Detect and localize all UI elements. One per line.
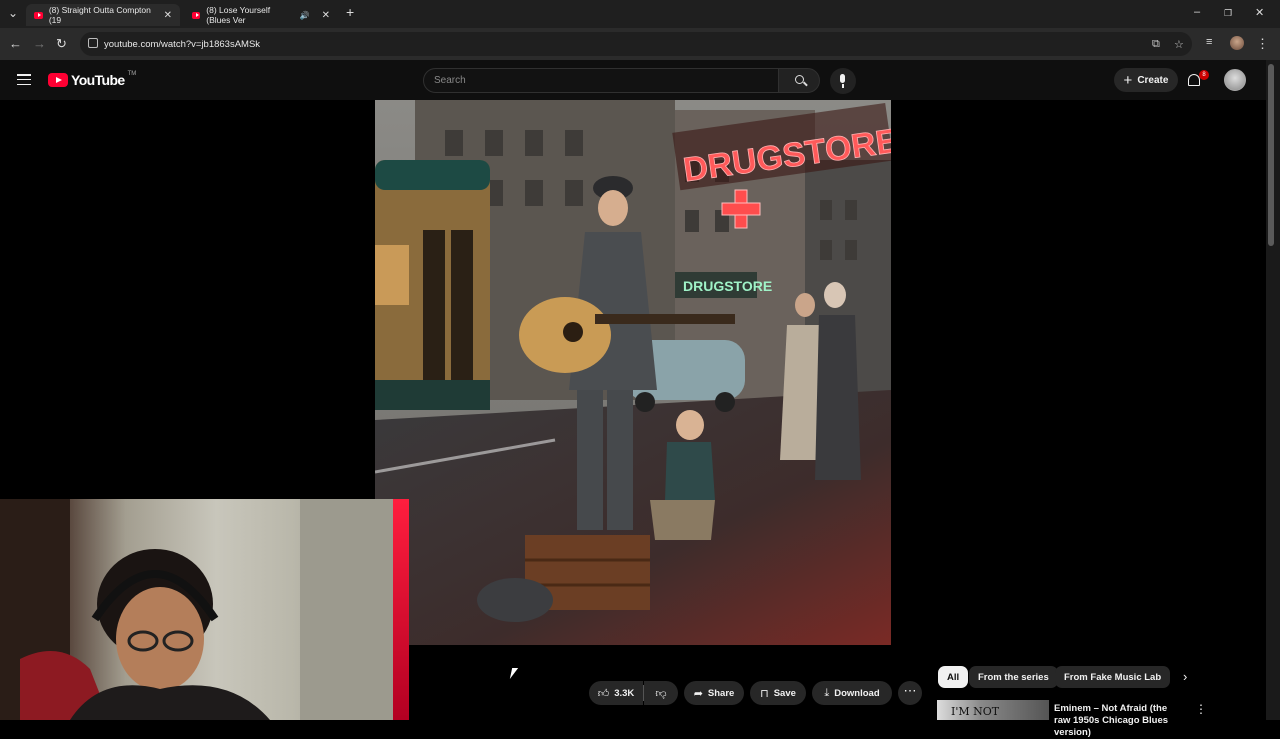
- bookmark-star-icon[interactable]: ☆: [1174, 38, 1184, 51]
- share-button[interactable]: ➦ Share: [684, 681, 744, 705]
- audio-playing-icon[interactable]: 🔊: [300, 11, 310, 20]
- minimize-icon[interactable]: –: [1194, 6, 1200, 18]
- related-more-icon[interactable]: ⋮: [1195, 702, 1207, 716]
- create-label: Create: [1137, 74, 1169, 86]
- browser-tab[interactable]: (8) Straight Outta Compton (19 ✕: [26, 4, 180, 26]
- thumbs-down-icon: 👎︎: [655, 687, 667, 700]
- site-info-icon[interactable]: [88, 38, 98, 48]
- like-button[interactable]: 👍︎ 3.3K: [589, 681, 643, 705]
- share-arrow-icon: ➦: [693, 687, 703, 700]
- related-video-title[interactable]: Eminem – Not Afraid (the raw 1950s Chica…: [1054, 703, 1184, 739]
- url-text: youtube.com/watch?v=jb1863sAMSk: [104, 38, 261, 50]
- browser-tab[interactable]: (8) Lose Yourself (Blues Ver 🔊 ✕: [184, 4, 338, 26]
- download-button[interactable]: ⤓ Download: [812, 681, 892, 705]
- chip-label: From the series: [978, 671, 1049, 683]
- address-bar[interactable]: youtube.com/watch?v=jb1863sAMSk ⧉ ☆: [80, 32, 1192, 56]
- youtube-header: YouTube TM Search: [0, 60, 1280, 100]
- reload-icon[interactable]: ↻: [56, 36, 67, 52]
- mouse-cursor-icon: [509, 668, 519, 679]
- new-tab-plus-icon[interactable]: +: [346, 4, 354, 20]
- youtube-favicon-icon: [192, 11, 201, 19]
- storefront-sign-text: DRUGSTORE: [683, 278, 772, 294]
- streamer-webcam-image: [0, 499, 393, 720]
- webcam-overlay: [0, 499, 393, 720]
- save-label: Save: [773, 687, 796, 699]
- chip-from-fake-music-lab[interactable]: From Fake Music Lab: [1055, 666, 1171, 688]
- download-icon: ⤓: [824, 686, 830, 699]
- youtube-play-icon: [48, 73, 68, 87]
- more-actions-icon[interactable]: ⋯: [898, 681, 922, 705]
- browser-toolbar: ← → ↻ youtube.com/watch?v=jb1863sAMSk ⧉ …: [0, 28, 1280, 60]
- plus-icon: +: [1123, 71, 1133, 89]
- youtube-logo[interactable]: YouTube TM: [48, 71, 137, 88]
- browser-tabstrip: ⌄ (8) Straight Outta Compton (19 ✕ (8) L…: [0, 0, 1280, 28]
- share-label: Share: [707, 687, 735, 699]
- chip-label: From Fake Music Lab: [1064, 671, 1162, 683]
- install-icon[interactable]: ⧉: [1152, 38, 1160, 51]
- dislike-button[interactable]: 👎︎: [644, 681, 678, 705]
- search-placeholder: Search: [434, 75, 466, 86]
- notification-badge: 8: [1199, 70, 1209, 80]
- save-button[interactable]: ⊓ Save: [750, 681, 806, 705]
- profile-icon[interactable]: [1230, 36, 1244, 50]
- search-icon: [795, 75, 804, 84]
- create-button[interactable]: + Create: [1114, 68, 1178, 92]
- thumbs-up-icon: 👍︎: [597, 687, 610, 700]
- tab-title: (8) Lose Yourself (Blues Ver: [206, 5, 271, 25]
- close-window-icon[interactable]: ✕: [1255, 6, 1264, 19]
- youtube-favicon-icon: [34, 11, 43, 19]
- reading-list-icon[interactable]: ≡: [1206, 36, 1212, 48]
- related-video-thumbnail[interactable]: I'M NOT: [937, 700, 1049, 720]
- chip-label: All: [947, 671, 960, 683]
- scrollbar-thumb[interactable]: [1268, 64, 1274, 246]
- chip-all[interactable]: All: [938, 666, 969, 688]
- account-avatar[interactable]: [1224, 69, 1246, 91]
- back-icon[interactable]: ←: [9, 36, 22, 51]
- forward-icon[interactable]: →: [33, 36, 46, 51]
- restore-icon[interactable]: ❐: [1224, 8, 1232, 19]
- chip-from-series[interactable]: From the series: [969, 666, 1058, 688]
- tab-title: (8) Straight Outta Compton (19: [48, 5, 151, 25]
- voice-search-icon[interactable]: [830, 68, 856, 94]
- close-tab-icon[interactable]: ✕: [322, 10, 330, 21]
- bookmark-icon: ⊓: [760, 687, 769, 700]
- video-scene-image: DRUGSTORE DRUGSTORE: [375, 100, 891, 645]
- chevron-right-icon[interactable]: ›: [1183, 669, 1187, 684]
- like-count: 3.3K: [614, 687, 635, 699]
- webcam-accent-bar: [393, 499, 409, 720]
- video-frame[interactable]: DRUGSTORE DRUGSTORE: [375, 100, 891, 645]
- hamburger-menu-icon[interactable]: [17, 74, 31, 86]
- menu-kebab-icon[interactable]: ⋮: [1256, 36, 1269, 52]
- logo-wordmark: YouTube: [71, 72, 125, 88]
- close-tab-icon[interactable]: ✕: [164, 10, 172, 21]
- search-button[interactable]: [778, 68, 820, 93]
- tab-search-icon[interactable]: ⌄: [8, 6, 18, 20]
- download-label: Download: [834, 687, 880, 699]
- search-input[interactable]: Search: [423, 68, 779, 93]
- thumbnail-text: I'M NOT: [951, 705, 1000, 718]
- logo-trademark: TM: [127, 71, 137, 77]
